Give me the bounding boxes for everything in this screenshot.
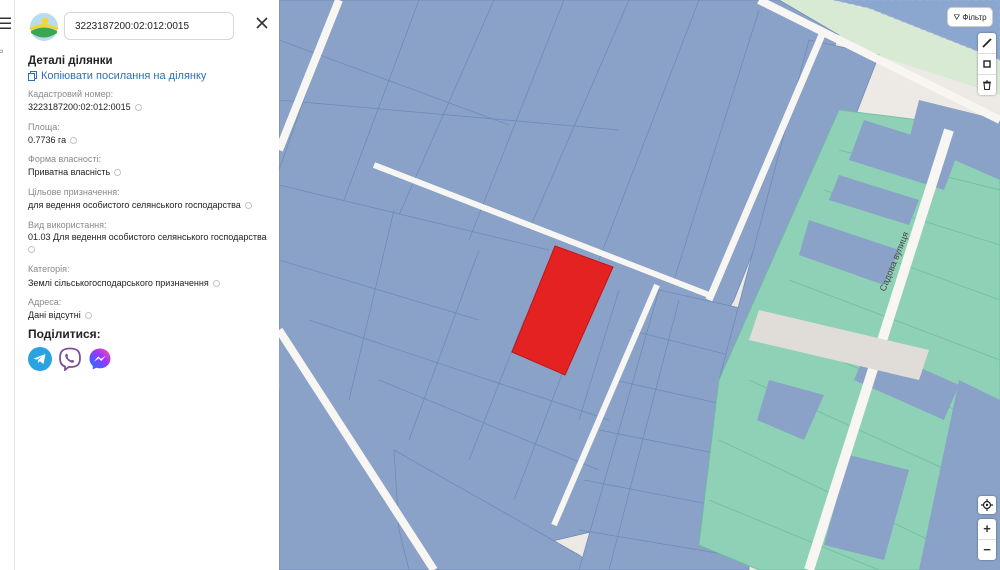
zoom-controls: + − — [978, 519, 996, 560]
area-value: 0.7736 га — [28, 135, 78, 145]
line-icon — [982, 38, 992, 48]
info-icon[interactable] — [212, 280, 220, 288]
telegram-icon[interactable] — [28, 347, 52, 371]
details-panel: 3223187200:02:012:0015 Деталі ділянки Ко… — [15, 0, 280, 570]
zoom-in-button[interactable]: + — [978, 519, 996, 540]
ownership-label: Форма власності: — [28, 154, 101, 164]
purpose-label: Цільове призначення: — [28, 187, 120, 197]
close-icon[interactable] — [254, 15, 270, 31]
filter-label: Фільтр — [962, 13, 987, 22]
map-view[interactable]: Садова вулиця ⛛ Фільтр + − — [279, 0, 1000, 570]
address-label: Адреса: — [28, 297, 62, 307]
area-label: Площа: — [28, 122, 60, 132]
draw-line-tool[interactable] — [978, 33, 996, 54]
purpose-value: для ведення особистого селянського госпо… — [28, 200, 252, 210]
copy-link-label: Копіювати посилання на ділянку — [41, 70, 207, 82]
draw-tools — [978, 33, 996, 95]
trash-icon — [983, 80, 991, 90]
info-icon[interactable] — [84, 312, 92, 320]
share-buttons — [28, 347, 112, 372]
cadastral-number-value: 3223187200:02:012:0015 — [28, 102, 142, 112]
usage-label: Вид використання: — [28, 220, 107, 230]
locate-icon — [981, 499, 993, 511]
menu-icon[interactable]: ☰ — [0, 14, 12, 34]
rail-marker-icon: ▫ — [0, 44, 4, 58]
info-icon[interactable] — [134, 104, 142, 112]
zoom-out-button[interactable]: − — [978, 540, 996, 560]
usage-value: 01.03 Для ведення особистого селянського… — [28, 232, 267, 242]
cadastral-map[interactable]: Садова вулиця — [279, 0, 1000, 570]
filter-button[interactable]: ⛛ Фільтр — [947, 7, 993, 27]
left-rail: ☰ ▫ — [0, 0, 15, 570]
cadastral-number-label: Кадастровий номер: — [28, 89, 114, 99]
info-icon[interactable] — [114, 169, 122, 177]
category-value: Землі сільськогосподарського призначення — [28, 278, 220, 288]
category-label: Категорія: — [28, 264, 70, 274]
info-icon[interactable] — [28, 246, 35, 253]
polygon-icon — [983, 60, 991, 68]
app-logo — [29, 13, 59, 41]
search-input[interactable]: 3223187200:02:012:0015 — [64, 12, 234, 40]
copy-link-button[interactable]: Копіювати посилання на ділянку — [28, 70, 206, 82]
filter-icon: ⛛ — [953, 13, 961, 22]
locate-button[interactable] — [978, 496, 996, 514]
address-value: Дані відсутні — [28, 310, 92, 320]
info-icon[interactable] — [70, 137, 78, 145]
messenger-icon[interactable] — [88, 347, 112, 371]
draw-polygon-tool[interactable] — [978, 54, 996, 75]
copy-icon — [28, 71, 37, 81]
delete-tool[interactable] — [978, 75, 996, 95]
details-title: Деталі ділянки — [28, 55, 113, 67]
viber-icon[interactable] — [58, 347, 82, 372]
ownership-value: Приватна власність — [28, 167, 122, 177]
share-title: Поділитися: — [28, 327, 101, 341]
info-icon[interactable] — [244, 202, 252, 210]
